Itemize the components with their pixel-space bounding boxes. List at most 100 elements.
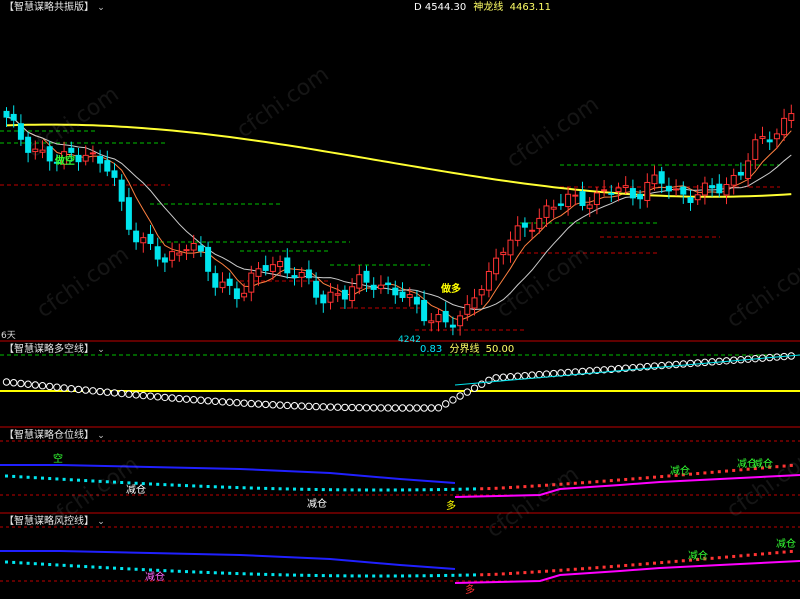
legend-shenlong-value: 4463.11 <box>509 2 551 13</box>
boundary-value: 50.00 <box>485 344 515 355</box>
fengkong-mark-reduce: 减仓 <box>145 572 165 583</box>
fengkong-dot <box>595 566 599 570</box>
fengkong-dot <box>617 564 620 568</box>
candle-body <box>133 230 140 243</box>
duokong-circle <box>197 396 205 404</box>
fengkong-dot <box>134 567 138 571</box>
candle-body <box>536 217 543 229</box>
cangwei-dot <box>501 486 505 490</box>
candle-body <box>277 261 284 268</box>
fengkong-dot <box>48 563 52 567</box>
duokong-circle <box>82 386 90 394</box>
duokong-circle <box>211 397 220 405</box>
candle-body <box>651 174 658 185</box>
main-pane-title[interactable]: 【智慧谋略共振版】 ⌄ <box>4 2 105 14</box>
candle-body <box>226 278 233 286</box>
cangwei-dot <box>602 479 606 483</box>
duokong-circle <box>492 374 500 382</box>
candle-body <box>313 280 320 298</box>
candle-body <box>507 239 514 256</box>
cangwei-dot <box>19 475 23 479</box>
fengkong-dot <box>300 573 304 577</box>
duokong-circle <box>298 402 306 410</box>
duokong-circle <box>463 388 471 396</box>
fengkong-dot <box>357 574 361 578</box>
cangwei-dot <box>725 469 728 473</box>
candle-body <box>413 296 420 305</box>
fengkong-dot <box>437 574 440 578</box>
fengkong-dot <box>717 556 721 560</box>
cangwei-dot <box>393 488 397 492</box>
fengkong-dot <box>681 559 685 563</box>
moving-average-lines <box>6 116 792 321</box>
duokong-circle <box>240 399 248 407</box>
duokong-circle <box>233 399 241 407</box>
candle-body <box>615 187 622 193</box>
candle-body <box>557 203 564 206</box>
candle-body <box>586 204 593 209</box>
duokong-pane-title[interactable]: 【智慧谋略多空线】 ⌄ <box>4 344 105 356</box>
cangwei-pane-title[interactable]: 【智慧谋略仓位线】 ⌄ <box>4 430 105 442</box>
duokong-circle <box>2 378 11 386</box>
duokong-circle <box>118 389 126 398</box>
cangwei-dot <box>170 483 174 487</box>
cangwei-dot <box>480 487 484 491</box>
fengkong-dot <box>545 569 548 573</box>
duokong-circle <box>290 402 299 410</box>
candle-body <box>500 251 507 256</box>
fengkong-dot <box>365 574 368 578</box>
duokong-circle <box>46 382 54 391</box>
duokong-circle <box>420 404 428 412</box>
candle-body <box>637 193 644 200</box>
cangwei-dot <box>285 487 289 491</box>
chevron-down-icon[interactable]: ⌄ <box>97 517 105 527</box>
cangwei-dot <box>163 483 167 487</box>
fengkong-dot <box>33 562 37 566</box>
fengkong-dot <box>523 571 527 575</box>
fengkong-pane-title[interactable]: 【智慧谋略风控线】 ⌄ <box>4 516 105 528</box>
chevron-down-icon[interactable]: ⌄ <box>97 3 105 13</box>
candle-body <box>464 304 471 315</box>
fengkong-dot <box>329 574 332 578</box>
chart-canvas <box>0 104 800 584</box>
duokong-circle <box>218 398 227 406</box>
duokong-circle <box>470 384 479 392</box>
duokong-circle <box>377 404 385 412</box>
duokong-circle <box>319 403 327 411</box>
candle-body <box>89 152 96 155</box>
duokong-circle <box>326 403 335 411</box>
fengkong-dot <box>285 573 289 577</box>
chevron-down-icon[interactable]: ⌄ <box>97 431 105 441</box>
candle-body <box>622 185 629 188</box>
duokong-circle <box>38 382 47 390</box>
candle-body <box>716 183 723 194</box>
fengkong-dot <box>638 562 642 566</box>
cangwei-dot <box>213 485 217 489</box>
cangwei-dot <box>48 477 52 481</box>
cangwei-dot <box>372 488 376 492</box>
chevron-down-icon[interactable]: ⌄ <box>97 345 105 355</box>
cangwei-dot <box>494 486 498 490</box>
cangwei-dot <box>458 487 462 491</box>
fengkong-dot <box>221 571 224 575</box>
fengkong-dot <box>386 574 390 578</box>
duokong-circle <box>10 379 18 387</box>
duokong-circle <box>506 373 515 381</box>
fengkong-dot <box>242 572 246 576</box>
duokong-circle <box>74 385 83 394</box>
candle-body <box>392 287 399 296</box>
candle-body <box>219 281 226 289</box>
duokong-circle <box>312 402 320 411</box>
cangwei-dot <box>588 480 592 484</box>
fengkong-dot <box>98 565 102 569</box>
fengkong-dot <box>5 560 8 564</box>
signal-sell-label: 做空 <box>55 156 75 167</box>
cangwei-dot <box>732 468 736 472</box>
cangwei-dot <box>487 487 491 491</box>
cangwei-dot <box>631 477 635 481</box>
candle-body <box>291 275 298 278</box>
cangwei-dot <box>293 487 296 491</box>
duokong-circle <box>514 372 522 380</box>
fengkong-dot <box>62 563 66 567</box>
duokong-circle <box>53 383 61 391</box>
